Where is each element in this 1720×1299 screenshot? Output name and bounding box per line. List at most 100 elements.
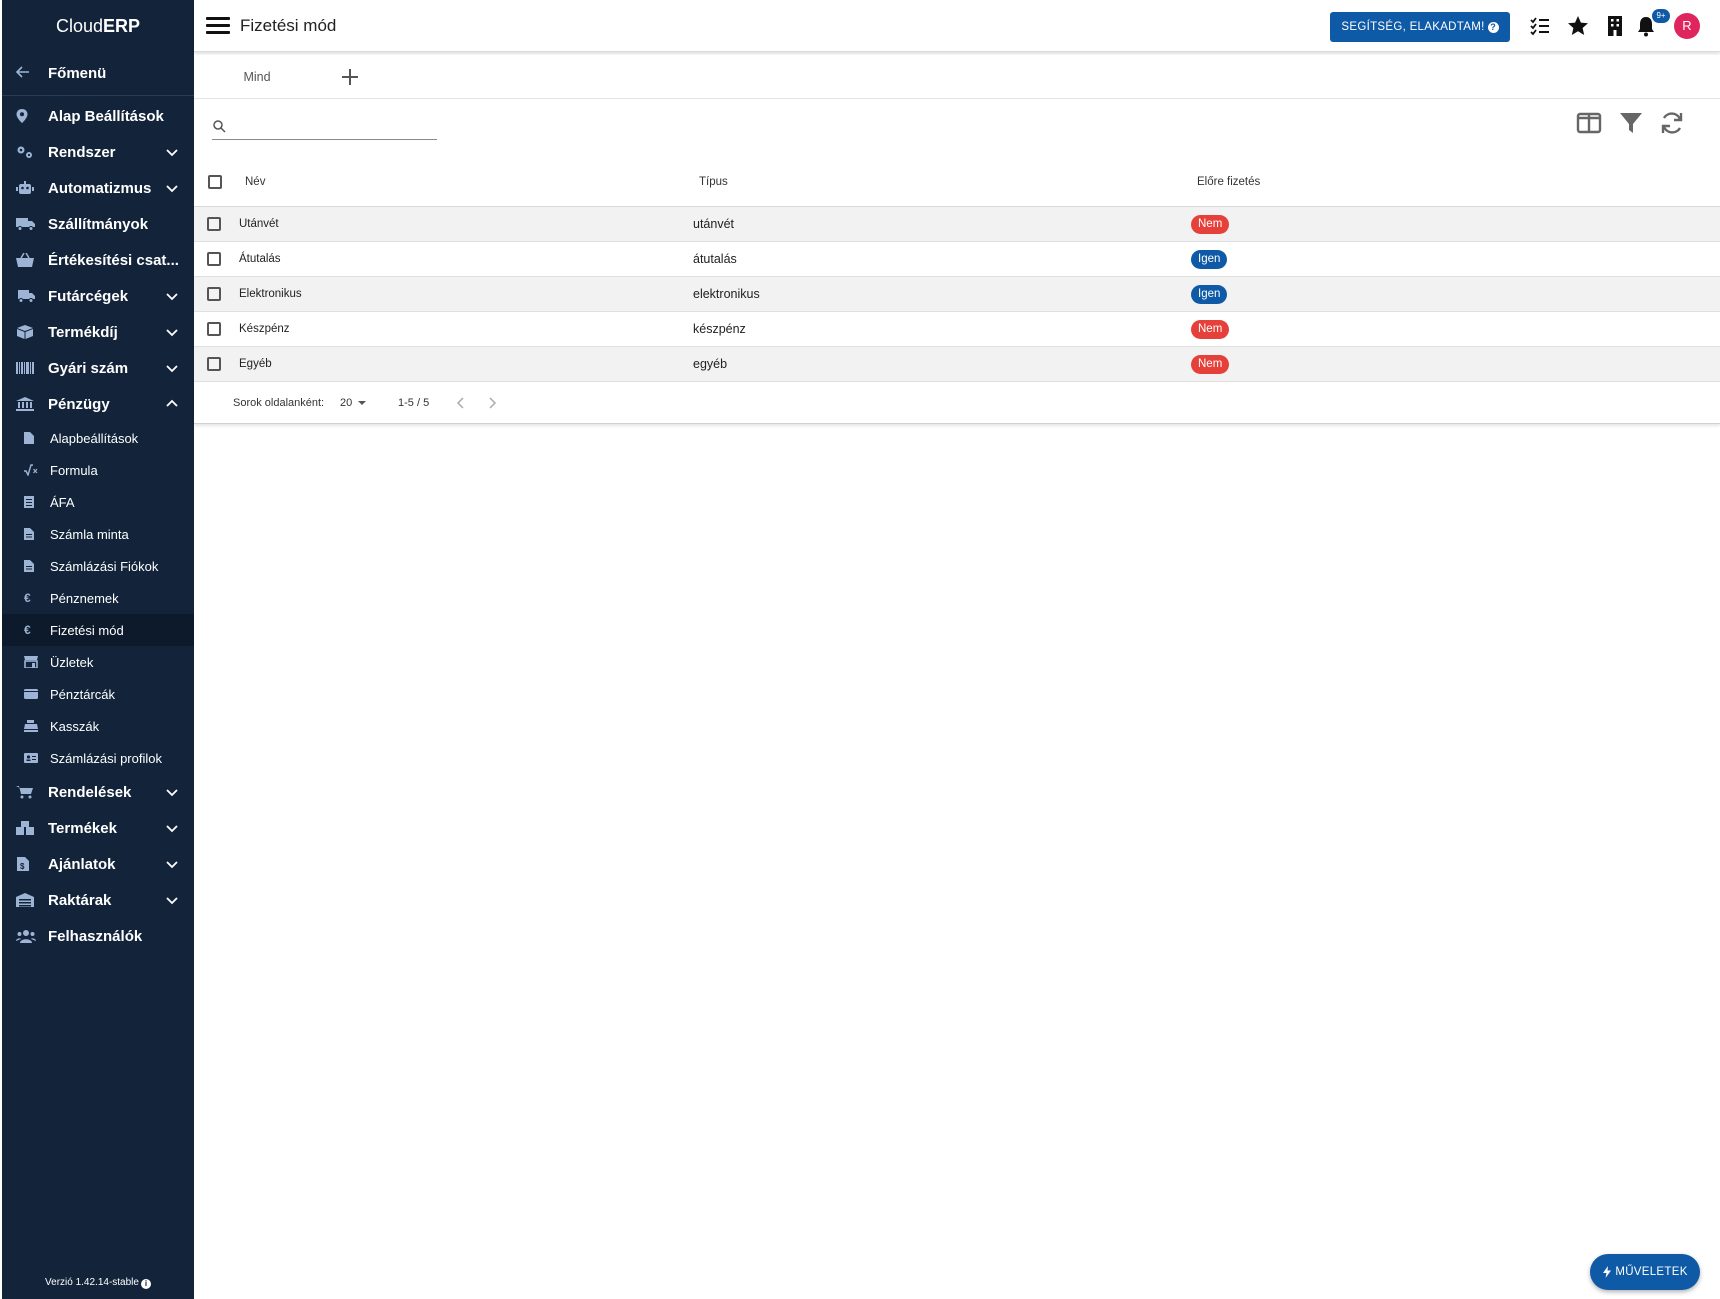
columns-icon[interactable] (1576, 110, 1602, 136)
sidebar-subitem-fizetesi-mod[interactable]: € Fizetési mód (2, 614, 194, 646)
plus-icon[interactable] (338, 65, 362, 89)
select-all-checkbox[interactable] (208, 174, 222, 189)
sidebar-item-alap-beallitasok[interactable]: Alap Beállítások (2, 98, 194, 134)
chevron-down-icon[interactable] (164, 180, 180, 196)
table-row[interactable]: Készpénz készpénz Nem (194, 312, 1720, 347)
sidebar-item-termekdij[interactable]: Termékdíj (2, 314, 194, 350)
gears-icon (16, 145, 48, 159)
chevron-down-icon[interactable] (164, 784, 180, 800)
sidebar-subitem-afa[interactable]: ÁFA (2, 486, 194, 518)
sidebar-item-ajanlatok[interactable]: $ Ajánlatok (2, 846, 194, 882)
sidebar-item-rendelesek[interactable]: Rendelések (2, 774, 194, 810)
sidebar-subitem-label: Alapbeállítások (50, 430, 139, 446)
table-row[interactable]: Elektronikus elektronikus Igen (194, 277, 1720, 312)
actions-button-label: MŰVELETEK (1615, 1266, 1688, 1278)
sidebar-subitem-szamla-minta[interactable]: Számla minta (2, 518, 194, 550)
chevron-down-icon[interactable] (164, 892, 180, 908)
chevron-right-icon[interactable] (487, 396, 497, 409)
cell-name[interactable]: Elektronikus (239, 288, 302, 300)
search-input[interactable] (232, 118, 437, 133)
column-header-name[interactable]: Név (245, 176, 265, 188)
star-icon[interactable] (1566, 14, 1590, 38)
cell-name[interactable]: Átutalás (239, 253, 281, 265)
cell-type: utánvét (693, 217, 735, 231)
sidebar-subitem-uzletek[interactable]: Üzletek (2, 646, 194, 678)
sidebar-subitem-label: Számla minta (50, 526, 129, 542)
wallet-icon (24, 688, 50, 700)
truck-fast-icon (16, 289, 48, 303)
cell-prepaid: Igen (1191, 284, 1228, 304)
question-icon: ? (1487, 21, 1499, 33)
building-icon[interactable] (1603, 14, 1627, 38)
map-pin-icon (16, 109, 48, 123)
menu-toggle-icon[interactable] (206, 14, 230, 38)
help-button[interactable]: SEGÍTSÉG, ELAKADTAM!? (1330, 12, 1510, 42)
sidebar-item-ertekesitesi-csat[interactable]: Értékesítési csat... (2, 242, 194, 278)
sidebar-subitem-penztarcak[interactable]: Pénztárcák (2, 678, 194, 710)
chevron-up-icon[interactable] (164, 396, 180, 412)
avatar[interactable]: R (1674, 13, 1700, 39)
chevron-left-icon[interactable] (456, 396, 466, 409)
row-checkbox[interactable] (207, 252, 221, 266)
sidebar-subitem-alapbeallitasok[interactable]: Alapbeállítások (2, 422, 194, 454)
sidebar-item-penzugy[interactable]: Pénzügy (2, 386, 194, 422)
sidebar-subitem-szamlazasi-fiokok[interactable]: Számlázási Fiókok (2, 550, 194, 582)
svg-text:€: € (24, 624, 31, 636)
search-field (212, 112, 437, 140)
sqrt-icon (24, 464, 50, 476)
truck-icon (16, 217, 48, 231)
sidebar-subitem-label: Kasszák (50, 718, 100, 734)
chevron-down-icon[interactable] (164, 820, 180, 836)
row-checkbox[interactable] (207, 322, 221, 336)
sidebar-subitem-szamlazasi-profilok[interactable]: Számlázási profilok (2, 742, 194, 774)
table-row[interactable]: Egyéb egyéb Nem (194, 347, 1720, 382)
receipt-icon (24, 496, 50, 508)
sidebar-item-automatizmus[interactable]: Automatizmus (2, 170, 194, 206)
chevron-down-icon[interactable] (164, 144, 180, 160)
sidebar-item-rendszer[interactable]: Rendszer (2, 134, 194, 170)
sidebar-finance-subitems: Alapbeállítások Formula ÁFA Számla minta Szá… (2, 422, 194, 774)
column-header-prepaid[interactable]: Előre fizetés (1197, 176, 1260, 188)
sidebar-subitem-label: Üzletek (50, 654, 94, 670)
page-range: 1-5 / 5 (398, 396, 430, 409)
row-checkbox[interactable] (207, 357, 221, 371)
sidebar-item-gyari-szam[interactable]: Gyári szám (2, 350, 194, 386)
table-row[interactable]: Utánvét utánvét Nem (194, 207, 1720, 242)
task-list-icon[interactable] (1528, 14, 1552, 38)
sidebar-subitem-label: Fizetési mód (50, 622, 124, 638)
brand-prefix: Cloud (55, 15, 103, 36)
sidebar-item-termekek[interactable]: Termékek (2, 810, 194, 846)
chevron-down-icon[interactable] (164, 360, 180, 376)
sidebar-item-raktarak[interactable]: Raktárak (2, 882, 194, 918)
file-dollar-icon: $ (16, 857, 48, 871)
column-header-type[interactable]: Típus (699, 176, 728, 188)
sidebar-item-szallitmanyok[interactable]: Szállítmányok (2, 206, 194, 242)
row-checkbox[interactable] (207, 217, 221, 231)
sidebar-item-felhasznalok[interactable]: Felhasználók (2, 918, 194, 954)
sidebar-back-label: Főmenü (48, 65, 107, 82)
actions-button[interactable]: MŰVELETEK (1590, 1254, 1700, 1290)
chevron-down-icon[interactable] (164, 288, 180, 304)
tab-all[interactable]: Mind (222, 55, 292, 99)
sidebar-item-label: Szállítmányok (48, 215, 149, 233)
chevron-down-icon[interactable] (164, 856, 180, 872)
refresh-icon[interactable] (1659, 110, 1685, 136)
sidebar-back-main-menu[interactable]: Főmenü (2, 52, 194, 96)
cell-name[interactable]: Egyéb (239, 358, 272, 370)
sidebar-subitem-formula[interactable]: Formula (2, 454, 194, 486)
table-row[interactable]: Átutalás átutalás Igen (194, 242, 1720, 277)
filter-icon[interactable] (1618, 110, 1644, 136)
sidebar-subitem-kasszak[interactable]: Kasszák (2, 710, 194, 742)
cell-name[interactable]: Utánvét (239, 218, 279, 230)
cell-name[interactable]: Készpénz (239, 323, 290, 335)
status-badge: Igen (1191, 284, 1228, 304)
sidebar-item-label: Automatizmus (48, 179, 152, 197)
sidebar-item-futarcegek[interactable]: Futárcégek (2, 278, 194, 314)
row-checkbox[interactable] (207, 287, 221, 301)
rows-per-page-select[interactable]: 20 (340, 397, 367, 409)
sidebar-subitem-penznemek[interactable]: € Pénznemek (2, 582, 194, 614)
table-header: Név Típus Előre fizetés (194, 157, 1720, 207)
info-icon[interactable]: i (140, 1279, 151, 1289)
svg-text:$: $ (20, 862, 25, 871)
chevron-down-icon[interactable] (164, 324, 180, 340)
